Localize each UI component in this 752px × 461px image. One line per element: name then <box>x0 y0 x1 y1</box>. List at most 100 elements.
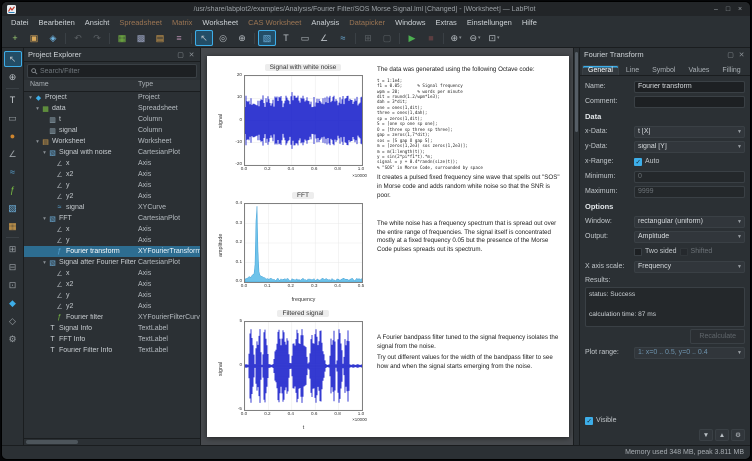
tool-add-curve-button[interactable]: ≈ <box>4 164 22 180</box>
x-axis-scale-combobox[interactable]: Frequency▼ <box>634 261 745 273</box>
plot-area[interactable] <box>244 321 363 411</box>
close-button[interactable]: × <box>735 4 745 14</box>
navigate-mode-button[interactable]: ◎ <box>214 30 232 46</box>
dock-tab-line[interactable]: Line <box>620 65 645 75</box>
add-plot-button[interactable]: ▧ <box>258 30 276 46</box>
column-header-name[interactable]: Name <box>30 81 49 88</box>
tree-item-y[interactable]: ∠yAxis <box>24 180 200 191</box>
menu-bearbeiten[interactable]: Bearbeiten <box>34 16 80 29</box>
dock-tab-symbol[interactable]: Symbol <box>646 65 681 75</box>
float-dock-icon[interactable]: ▢ <box>726 51 735 59</box>
search-filter-box[interactable] <box>27 64 197 78</box>
plot-range-combobox[interactable]: 1: x=0 .. 0.5, y=0 .. 0.4▼ <box>634 347 745 359</box>
tree-item-fourier-transform[interactable]: ƒFourier transformXYFourierTransformCurv… <box>24 246 200 257</box>
tree-item-fourier-filter-info[interactable]: TFourier Filter InfoTextLabel <box>24 345 200 356</box>
new-project-button[interactable]: + <box>6 30 24 46</box>
tree-item-signal[interactable]: ▥signalColumn <box>24 125 200 136</box>
template-load-button[interactable]: ▼ <box>699 429 713 441</box>
minimize-button[interactable]: – <box>711 4 721 14</box>
tree-item-x[interactable]: ∠xAxis <box>24 224 200 235</box>
tree-item-y[interactable]: ∠yAxis <box>24 235 200 246</box>
visible-checkbox[interactable] <box>585 417 593 425</box>
two-sided-checkbox[interactable] <box>634 248 642 256</box>
dock-tab-values[interactable]: Values <box>682 65 715 75</box>
menu-windows[interactable]: Windows <box>390 16 430 29</box>
tree-item-y2[interactable]: ∠y2Axis <box>24 191 200 202</box>
text-label-signal-info[interactable]: The data was generated using the followi… <box>377 66 561 203</box>
titlebar[interactable]: /usr/share/labplot2/examples/Analysis/Fo… <box>2 2 750 16</box>
x-data-combobox[interactable]: t [X]▼ <box>634 126 745 138</box>
tree-item-y[interactable]: ∠yAxis <box>24 290 200 301</box>
tool-add-custom-point-button[interactable]: ● <box>4 128 22 144</box>
tree-item-signal-info[interactable]: TSignal InfoTextLabel <box>24 323 200 334</box>
new-matrix-button[interactable]: ▩ <box>132 30 150 46</box>
tool-add-text-label-button[interactable]: T <box>4 92 22 108</box>
expander-icon[interactable]: ▾ <box>34 139 41 145</box>
add-axis-button[interactable]: ∠ <box>315 30 333 46</box>
tool-settings-button[interactable]: ⚙ <box>4 331 22 347</box>
worksheet-page[interactable]: Signal with white noise signal ×10000 20… <box>207 56 569 437</box>
expander-icon[interactable]: ▾ <box>41 260 48 266</box>
text-label-filter-info[interactable]: A Fourier bandpass filter tuned to the s… <box>377 334 561 375</box>
dock-tab-filling[interactable]: Filling <box>716 65 746 75</box>
menu-datei[interactable]: Datei <box>6 16 34 29</box>
tree-item-data[interactable]: ▾▦dataSpreadsheet <box>24 103 200 114</box>
y-data-combobox[interactable]: signal [Y]▼ <box>634 141 745 153</box>
tree-item-fft-info[interactable]: TFFT InfoTextLabel <box>24 334 200 345</box>
plot-signal-with-white-noise[interactable]: Signal with white noise signal ×10000 20… <box>217 64 369 182</box>
plot-fft[interactable]: FFT amplitude frequency 0.40.30.20.10.00… <box>217 192 369 304</box>
new-note-button[interactable]: ≡ <box>170 30 188 46</box>
tree-item-x2[interactable]: ∠x2Axis <box>24 169 200 180</box>
tool-grid-layout-button[interactable]: ⊡ <box>4 277 22 293</box>
expander-icon[interactable]: ▾ <box>41 150 48 156</box>
tool-add-reference-range-button[interactable]: ◇ <box>4 313 22 329</box>
menu-analysis[interactable]: Analysis <box>306 16 344 29</box>
tool-zoom-select-button[interactable]: ⊕ <box>4 69 22 85</box>
tool-add-plot-button[interactable]: ▧ <box>4 200 22 216</box>
open-project-button[interactable]: ▣ <box>25 30 43 46</box>
add-curve-button[interactable]: ≈ <box>334 30 352 46</box>
save-project-button[interactable]: ◈ <box>44 30 62 46</box>
tree-item-signal-after-fourier-filter[interactable]: ▾▧Signal after Fourier FilterCartesianPl… <box>24 257 200 268</box>
comment-field[interactable] <box>634 96 745 108</box>
zoom-in-button[interactable]: ⊕▾ <box>447 30 465 46</box>
menu-worksheet[interactable]: Worksheet <box>197 16 243 29</box>
worksheet-vertical-scrollbar[interactable] <box>573 48 579 445</box>
menu-ansicht[interactable]: Ansicht <box>80 16 115 29</box>
tool-add-axis-button[interactable]: ∠ <box>4 146 22 162</box>
tree-item-fourier-filter[interactable]: ƒFourier filterXYFourierFilterCurve <box>24 312 200 323</box>
add-text-label-button[interactable]: T <box>277 30 295 46</box>
explorer-horizontal-scrollbar[interactable] <box>24 438 200 445</box>
tool-vertical-layout-button[interactable]: ⊟ <box>4 259 22 275</box>
tree-item-signal-with-noise[interactable]: ▾▧Signal with noiseCartesianPlot <box>24 147 200 158</box>
close-panel-icon[interactable]: ✕ <box>187 51 196 59</box>
dock-tab-general[interactable]: General <box>582 65 619 75</box>
tree-item-worksheet[interactable]: ▾▤WorksheetWorksheet <box>24 136 200 147</box>
select-mode-button[interactable]: ↖ <box>195 30 213 46</box>
expander-icon[interactable]: ▾ <box>27 95 34 101</box>
start-presenter-button[interactable]: ▶ <box>403 30 421 46</box>
tree-item-y2[interactable]: ∠y2Axis <box>24 301 200 312</box>
tree-item-fft[interactable]: ▾▧FFTCartesianPlot <box>24 213 200 224</box>
scrollbar-thumb[interactable] <box>575 52 578 132</box>
output-combobox[interactable]: Amplitude▼ <box>634 231 745 243</box>
name-field[interactable] <box>634 81 745 93</box>
tree-item-x[interactable]: ∠xAxis <box>24 268 200 279</box>
new-worksheet-button[interactable]: ▤ <box>151 30 169 46</box>
zoom-select-mode-button[interactable]: ⊕ <box>233 30 251 46</box>
tool-horizontal-layout-button[interactable]: ⊞ <box>4 241 22 257</box>
tool-add-fit-curve-button[interactable]: ƒ <box>4 182 22 198</box>
template-options-button[interactable]: ⚙ <box>731 429 745 441</box>
menu-extras[interactable]: Extras <box>431 16 462 29</box>
menu-hilfe[interactable]: Hilfe <box>517 16 542 29</box>
scrollbar-thumb[interactable] <box>26 440 78 444</box>
maximize-button[interactable]: □ <box>723 4 733 14</box>
zoom-out-button[interactable]: ⊖▾ <box>466 30 484 46</box>
tree-item-t[interactable]: ▥tColumn <box>24 114 200 125</box>
auto-range-checkbox[interactable] <box>634 158 642 166</box>
expander-icon[interactable]: ▾ <box>34 106 41 112</box>
float-panel-icon[interactable]: ▢ <box>176 51 185 59</box>
window-combobox[interactable]: rectangular (uniform)▼ <box>634 216 745 228</box>
tool-select-button[interactable]: ↖ <box>4 51 22 67</box>
template-save-button[interactable]: ▲ <box>715 429 729 441</box>
